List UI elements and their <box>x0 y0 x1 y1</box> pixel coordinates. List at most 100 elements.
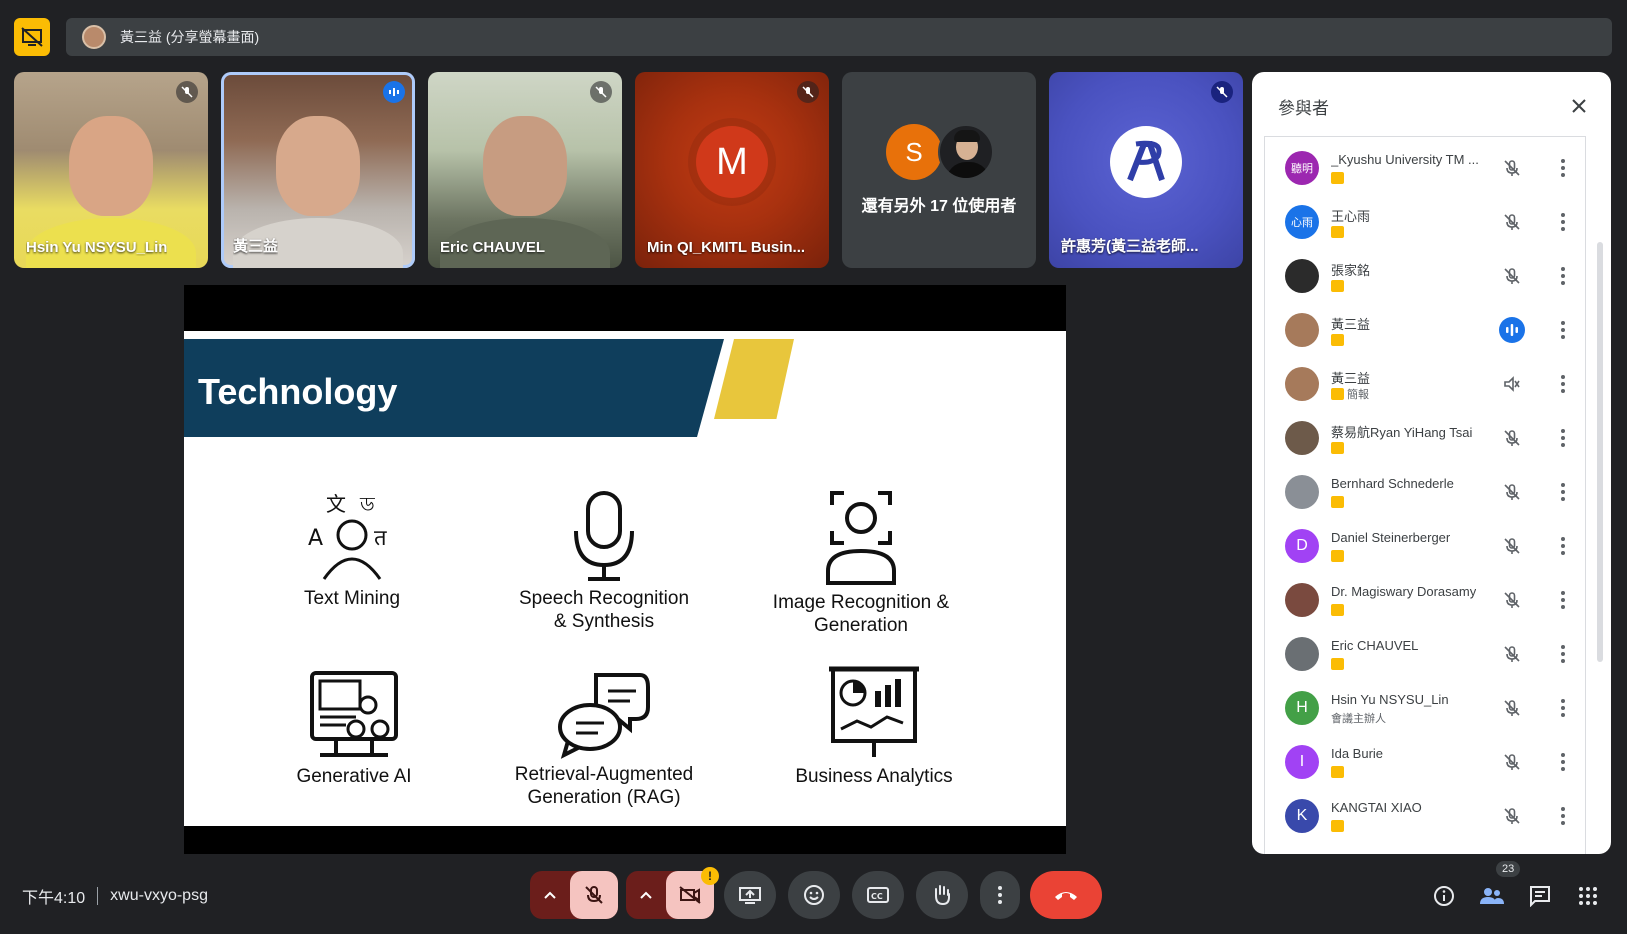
participant-more-button[interactable] <box>1553 695 1573 721</box>
tile-hsu-hui-fang[interactable]: 許惠芳(黃三益老師... <box>1049 72 1243 268</box>
mic-off-icon[interactable] <box>1499 803 1525 829</box>
mic-off-icon <box>590 81 612 103</box>
captions-icon: CC <box>867 887 889 903</box>
participant-name: Hsin Yu NSYSU_Lin <box>1331 692 1449 707</box>
participant-row[interactable]: 張家銘 <box>1265 249 1585 305</box>
participant-row[interactable]: K KANGTAI XIAO <box>1265 789 1585 845</box>
participant-row[interactable]: H Hsin Yu NSYSU_Lin 會議主辦人 <box>1265 681 1585 737</box>
tile-eric-chauvel[interactable]: Eric CHAUVEL <box>428 72 622 268</box>
video-options-button[interactable] <box>626 891 666 899</box>
people-button[interactable] <box>1476 880 1508 912</box>
participant-row[interactable]: Eric CHAUVEL <box>1265 627 1585 683</box>
mic-off-icon[interactable] <box>1499 587 1525 613</box>
raise-hand-button[interactable] <box>916 871 968 919</box>
captions-button[interactable]: CC <box>852 871 904 919</box>
participant-name: Dr. Magiswary Dorasamy <box>1331 584 1477 599</box>
close-panel-button[interactable] <box>1565 92 1593 120</box>
participant-more-button[interactable] <box>1553 641 1573 667</box>
mic-off-icon[interactable] <box>1499 155 1525 181</box>
avatar <box>938 124 994 180</box>
present-screen-icon <box>739 887 761 904</box>
participant-row[interactable]: 黃三益 簡報 <box>1265 357 1585 413</box>
more-dot <box>1561 713 1565 717</box>
participant-more-button[interactable] <box>1553 263 1573 289</box>
participant-meta <box>1331 171 1347 185</box>
participant-more-button[interactable] <box>1553 317 1573 343</box>
participant-row[interactable]: 聽明 _Kyushu University TM ... <box>1265 141 1585 197</box>
avatar <box>1285 367 1319 401</box>
end-call-button[interactable] <box>1030 871 1102 919</box>
more-dot <box>1561 375 1565 379</box>
mic-off-icon[interactable] <box>1499 479 1525 505</box>
more-dot <box>1561 166 1565 170</box>
others-count-label: 還有另外 17 位使用者 <box>861 198 1017 215</box>
participant-more-button[interactable] <box>1553 803 1573 829</box>
microphone-icon <box>574 491 634 581</box>
more-dot <box>1561 429 1565 433</box>
participant-row[interactable]: I Ida Burie <box>1265 735 1585 791</box>
reactions-button[interactable] <box>788 871 840 919</box>
mic-off-icon[interactable] <box>1499 263 1525 289</box>
mic-off-icon <box>176 81 198 103</box>
more-dot <box>1561 645 1565 649</box>
volume-off-icon[interactable] <box>1499 371 1525 397</box>
avatar: 聽明 <box>1285 151 1319 185</box>
participant-meta <box>1331 225 1347 239</box>
participant-name: 黃三益 <box>1331 317 1371 332</box>
activities-button[interactable] <box>1572 880 1604 912</box>
participant-row[interactable]: D Daniel Steinerberger <box>1265 519 1585 575</box>
tile-other-users[interactable]: S 還有另外 17 位使用者 <box>842 72 1036 268</box>
more-dot <box>1561 382 1565 386</box>
mic-off-icon[interactable] <box>1499 425 1525 451</box>
presenting-badge-icon <box>1331 442 1344 454</box>
chat-button[interactable] <box>1524 880 1556 912</box>
audio-options-button[interactable] <box>530 891 570 899</box>
participant-more-button[interactable] <box>1553 155 1573 181</box>
ai-monitor-icon <box>310 671 398 757</box>
participant-more-button[interactable] <box>1553 425 1573 451</box>
participant-row[interactable]: 心雨 王心雨 <box>1265 195 1585 251</box>
participant-row[interactable]: Bernhard Schnederle <box>1265 465 1585 521</box>
more-dot <box>1561 753 1565 757</box>
presentation-toggle-button[interactable] <box>14 18 50 56</box>
tile-huang-active-speaker[interactable]: 黃三益 <box>221 72 415 268</box>
more-dot <box>1561 652 1565 656</box>
tile-min-qi[interactable]: M Min QI_KMITL Busin... <box>635 72 829 268</box>
participant-more-button[interactable] <box>1553 371 1573 397</box>
participant-row[interactable]: 黃三益 <box>1265 303 1585 359</box>
participant-more-button[interactable] <box>1553 209 1573 235</box>
avatar <box>1285 259 1319 293</box>
participant-name: 黃三益 <box>1331 371 1371 386</box>
participant-more-button[interactable] <box>1553 749 1573 775</box>
tile-hsin-yu[interactable]: Hsin Yu NSYSU_Lin <box>14 72 208 268</box>
participant-row[interactable]: 蔡易航Ryan YiHang Tsai <box>1265 411 1585 467</box>
video-face <box>276 116 360 217</box>
participant-row[interactable]: Dr. Magiswary Dorasamy <box>1265 573 1585 629</box>
tech-speech: Speech Recognition & Synthesis <box>514 487 694 633</box>
mic-off-icon[interactable] <box>1499 209 1525 235</box>
more-dot <box>1561 267 1565 271</box>
participant-more-button[interactable] <box>1553 533 1573 559</box>
speaking-indicator-icon[interactable] <box>1499 317 1525 343</box>
participant-meta <box>1331 333 1347 347</box>
scrollbar[interactable] <box>1597 242 1603 662</box>
mic-off-icon[interactable] <box>1499 749 1525 775</box>
participant-more-button[interactable] <box>1553 479 1573 505</box>
more-options-button[interactable] <box>980 871 1020 919</box>
mic-off-icon[interactable] <box>1499 695 1525 721</box>
meeting-details-button[interactable] <box>1428 880 1460 912</box>
hand-icon <box>935 885 950 906</box>
participant-more-button[interactable] <box>1553 587 1573 613</box>
meeting-info: 下午4:10 xwu-vxyo-psg <box>22 884 208 908</box>
svg-text:त: त <box>374 526 387 551</box>
mic-off-icon[interactable] <box>1499 641 1525 667</box>
more-dot <box>1561 321 1565 325</box>
profile-logo <box>1110 126 1182 199</box>
participant-name: Ida Burie <box>1331 746 1384 761</box>
mic-off-icon[interactable] <box>1499 533 1525 559</box>
participant-list[interactable]: 聽明 _Kyushu University TM ... 心雨 王心雨 張家銘 黃三益 黃三… <box>1264 136 1586 854</box>
tile-name: Hsin Yu NSYSU_Lin <box>26 239 168 256</box>
mic-toggle-button[interactable] <box>570 871 618 919</box>
present-screen-button[interactable] <box>724 871 776 919</box>
presenting-badge-icon <box>1331 658 1344 670</box>
